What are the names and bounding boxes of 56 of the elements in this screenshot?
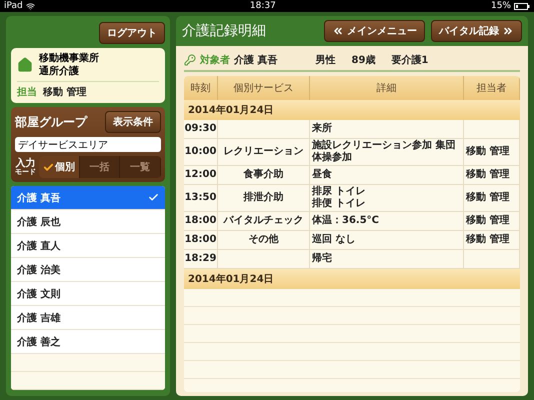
detail-cell: 巡回 なし bbox=[310, 231, 464, 249]
detail-cell: 体温：36.5°C bbox=[310, 212, 464, 230]
mode-tab[interactable]: 一括 bbox=[80, 156, 120, 178]
battery-icon bbox=[514, 2, 530, 10]
double-chevron-right-icon bbox=[502, 25, 514, 37]
check-icon bbox=[42, 162, 54, 172]
page-title: 介護記録明細 bbox=[182, 22, 266, 40]
service-cell: 食事介助 bbox=[218, 166, 310, 184]
logout-button[interactable]: ログアウト bbox=[99, 22, 165, 44]
group-title: 部屋グループ bbox=[15, 114, 87, 130]
time-cell: 18:00 bbox=[184, 231, 218, 249]
staff-cell: 移動 管理 bbox=[464, 212, 520, 230]
group-field[interactable]: デイサービスエリア bbox=[15, 137, 161, 152]
time-cell: 18:00 bbox=[184, 212, 218, 230]
subject-gender: 男性 bbox=[315, 54, 336, 67]
check-icon bbox=[148, 192, 159, 203]
mode-tab[interactable]: 個別 bbox=[39, 156, 80, 178]
resident-item[interactable]: 介護 真吾 bbox=[11, 186, 165, 210]
service-cell: レクリエーション bbox=[218, 139, 310, 165]
time-cell: 13:50 bbox=[184, 185, 218, 211]
time-cell: 09:30 bbox=[184, 120, 218, 138]
subject-age: 89歳 bbox=[351, 54, 376, 67]
date-row: 2014年01月24日 bbox=[184, 269, 520, 289]
vital-record-button[interactable]: バイタル記録 bbox=[431, 20, 522, 42]
detail-cell: 昼食 bbox=[310, 166, 464, 184]
filter-button[interactable]: 表示条件 bbox=[105, 111, 161, 133]
service-cell: バイタルチェック bbox=[218, 212, 310, 230]
home-icon bbox=[17, 57, 33, 73]
time-cell: 18:29 bbox=[184, 250, 218, 268]
detail-cell: 帰宅 bbox=[310, 250, 464, 268]
clock: 18:37 bbox=[250, 1, 276, 11]
wifi-icon bbox=[26, 2, 35, 10]
main-menu-button[interactable]: メインメニュー bbox=[324, 20, 425, 42]
staff-cell: 移動 管理 bbox=[464, 231, 520, 249]
staff-cell: 移動 管理 bbox=[464, 185, 520, 211]
date-row: 2014年01月24日 bbox=[184, 100, 520, 120]
detail-cell: 施設レクリエーション参加 集団体操参加 bbox=[310, 139, 464, 165]
subject-name: 介護 真吾 bbox=[234, 54, 278, 67]
service-cell: その他 bbox=[218, 231, 310, 249]
detail-cell: 排尿 トイレ 排便 トイレ bbox=[310, 185, 464, 211]
subject-label: 対象者 bbox=[200, 53, 230, 67]
service-cell: 排泄介助 bbox=[218, 185, 310, 211]
staff-cell: 移動 管理 bbox=[464, 166, 520, 184]
battery-percent: 15% bbox=[490, 1, 511, 11]
device-name: iPad bbox=[4, 1, 23, 11]
detail-cell: 来所 bbox=[310, 120, 464, 138]
facility-name: 移動機事業所 通所介護 bbox=[39, 52, 99, 78]
staff-label: 担当 bbox=[17, 86, 37, 99]
time-cell: 12:00 bbox=[184, 166, 218, 184]
key-icon bbox=[184, 54, 196, 66]
mode-tab[interactable]: 一覧 bbox=[120, 156, 161, 178]
care-level: 要介護1 bbox=[391, 54, 428, 67]
double-chevron-left-icon bbox=[332, 25, 344, 37]
time-cell: 10:00 bbox=[184, 139, 218, 165]
staff-name: 移動 管理 bbox=[43, 86, 86, 99]
staff-cell: 移動 管理 bbox=[464, 139, 520, 165]
